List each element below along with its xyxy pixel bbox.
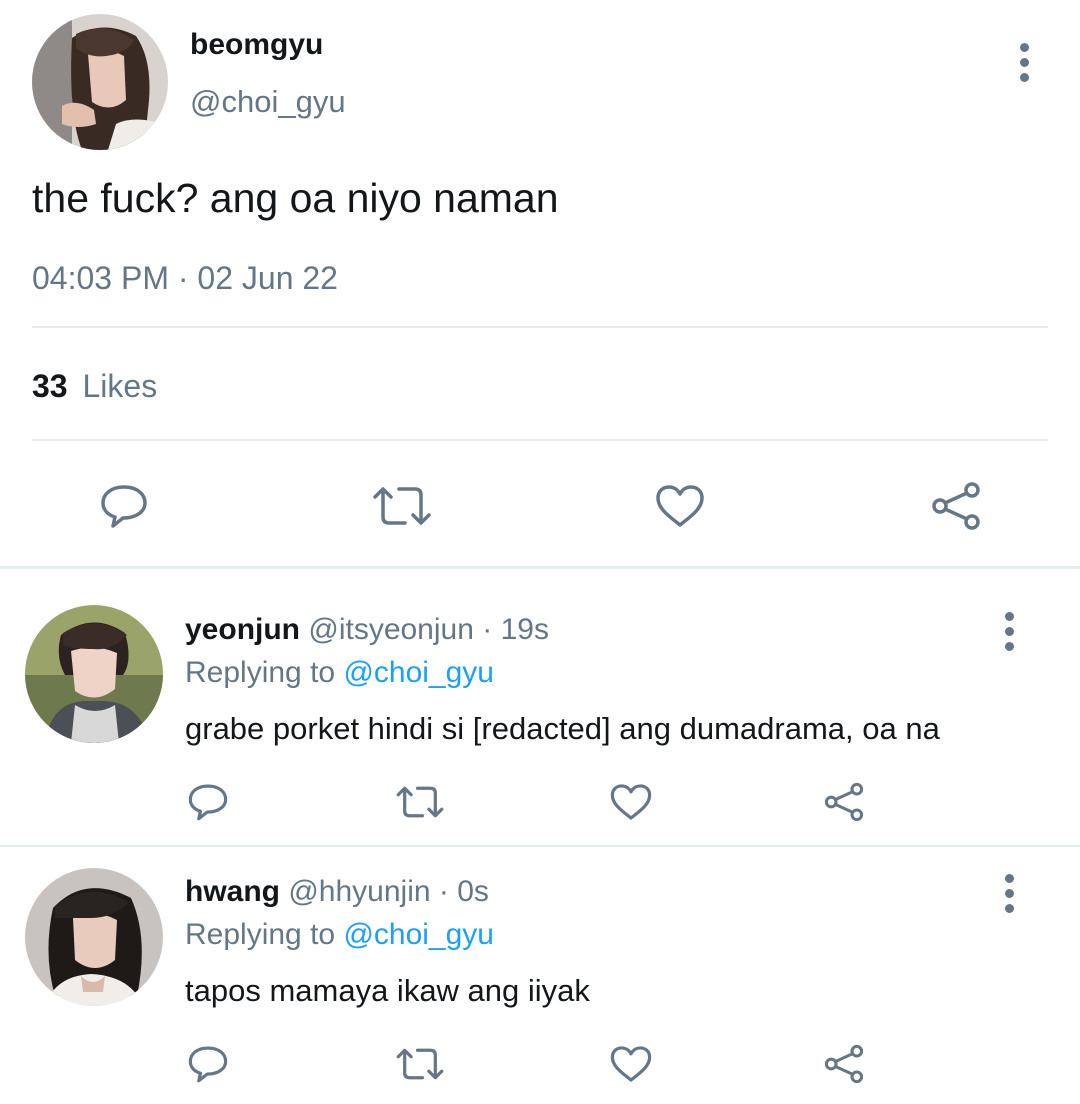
likes-stat[interactable]: 33 Likes [32, 368, 157, 405]
likes-label: Likes [82, 368, 158, 404]
tweet-timestamp[interactable]: 04:03 PM · 02 Jun 22 [32, 260, 338, 297]
divider [32, 326, 1048, 328]
replying-to-handle[interactable]: @choi_gyu [343, 656, 494, 689]
reply-header: hwang @hhyunjin · 0s [185, 875, 489, 909]
like-icon[interactable] [608, 780, 654, 824]
display-name[interactable]: yeonjun [185, 613, 300, 646]
reply-header: yeonjun @itsyeonjun · 19s [185, 613, 549, 647]
reply-text: tapos mamaya ikaw ang iiyak [185, 973, 590, 1008]
divider [32, 439, 1048, 441]
replying-to: Replying to @choi_gyu [185, 656, 494, 690]
display-name[interactable]: hwang [185, 875, 280, 908]
likes-count: 33 [32, 368, 68, 404]
share-icon[interactable] [821, 1042, 867, 1086]
reply-text: grabe porket hindi si [redacted] ang dum… [185, 711, 940, 746]
tweet-text: the fuck? ang oa niyo naman [32, 175, 559, 221]
reply-time: · 0s [438, 875, 489, 908]
replying-to-handle[interactable]: @choi_gyu [343, 918, 494, 951]
replying-to-label: Replying to [185, 656, 336, 689]
avatar[interactable] [25, 868, 163, 1006]
retweet-icon[interactable] [393, 780, 447, 824]
retweet-icon[interactable] [371, 478, 433, 534]
share-icon[interactable] [928, 478, 984, 534]
handle[interactable]: @hhyunjin [288, 875, 430, 908]
reply-icon[interactable] [185, 1042, 231, 1086]
reply-icon[interactable] [96, 478, 152, 534]
avatar[interactable] [32, 14, 168, 150]
more-options-icon[interactable] [1018, 43, 1030, 82]
retweet-icon[interactable] [393, 1042, 447, 1086]
avatar[interactable] [25, 605, 163, 743]
more-options-icon[interactable] [1003, 874, 1015, 913]
display-name[interactable]: beomgyu [190, 28, 323, 62]
section-divider [0, 566, 1080, 569]
reply-icon[interactable] [185, 780, 231, 824]
handle[interactable]: @choi_gyu [190, 84, 346, 120]
share-icon[interactable] [821, 780, 867, 824]
like-icon[interactable] [652, 478, 708, 534]
replying-to-label: Replying to [185, 918, 336, 951]
more-options-icon[interactable] [1003, 612, 1015, 651]
divider [0, 845, 1080, 847]
handle[interactable]: @itsyeonjun [308, 613, 474, 646]
reply-time: · 19s [482, 613, 549, 646]
replying-to: Replying to @choi_gyu [185, 918, 494, 952]
like-icon[interactable] [608, 1042, 654, 1086]
